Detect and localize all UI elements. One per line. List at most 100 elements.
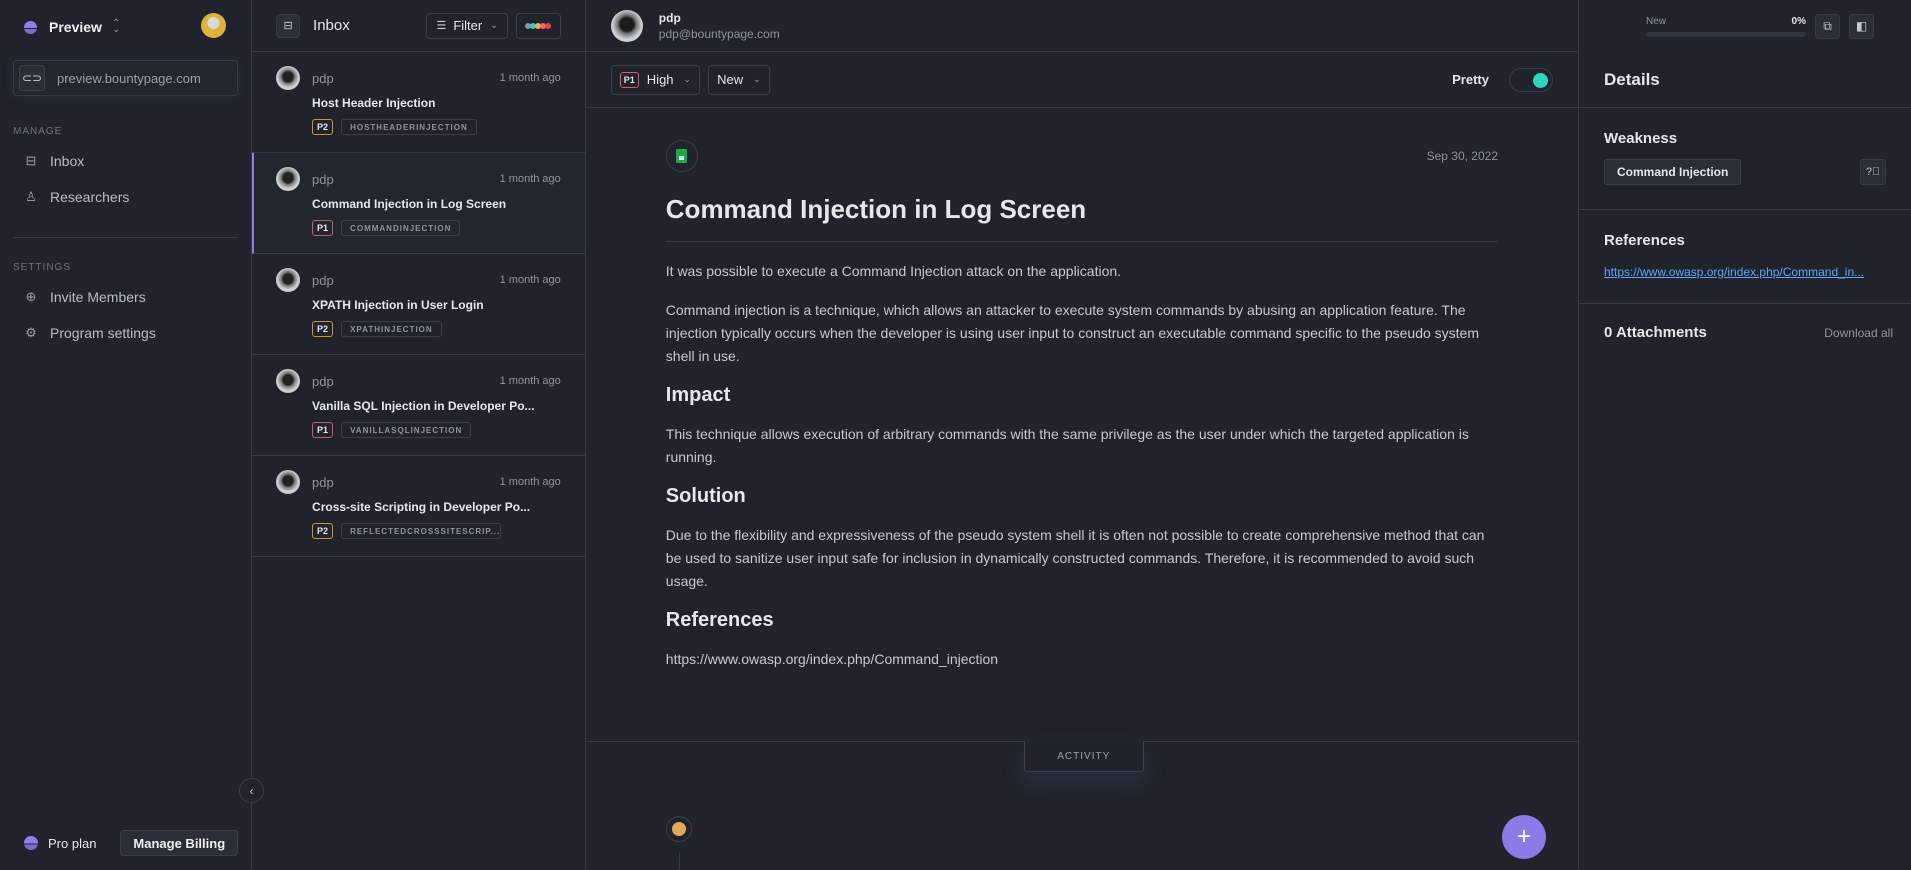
sidebar-item-inbox[interactable]: ⊟ Inbox xyxy=(0,143,251,179)
report-date: Sep 30, 2022 xyxy=(1426,149,1498,163)
plan-logo-icon xyxy=(24,836,38,850)
inbox-header: ⊟ Inbox ☰ Filter ⌄ xyxy=(252,0,585,52)
filter-button[interactable]: ☰ Filter ⌄ xyxy=(426,12,508,39)
workspace-name: Preview xyxy=(49,19,102,35)
priority-badge: P2 xyxy=(312,321,334,337)
researcher-avatar xyxy=(276,470,301,494)
report-time: 1 month ago xyxy=(499,173,561,185)
report-list-item[interactable]: pdp 1 month ago Host Header Injection P2 HOS… xyxy=(252,52,585,153)
sidebar-item-researchers[interactable]: ♙ Researchers xyxy=(0,179,251,215)
sidebar-item-invite-members[interactable]: ⊕ Invite Members xyxy=(0,279,251,315)
references-section: References https://www.owasp.org/index.p… xyxy=(1579,210,1911,304)
sidebar-item-program-settings[interactable]: ⚙ Program settings xyxy=(0,315,251,351)
collapse-sidebar-button[interactable]: ‹ xyxy=(239,778,265,803)
toggle-knob xyxy=(1533,72,1548,88)
researcher-name: pdp xyxy=(312,272,334,288)
plus-icon: + xyxy=(1516,823,1531,850)
sidebar-panel-icon: ◧ xyxy=(1855,19,1868,33)
report-list-item[interactable]: pdp 1 month ago Cross-site Scripting in De… xyxy=(252,456,585,557)
chevron-down-icon: ⌄ xyxy=(753,74,761,84)
severity-dropdown[interactable]: P1 High ⌄ xyxy=(610,64,701,95)
report-time: 1 month ago xyxy=(499,476,561,488)
chevron-updown-icon: ⌃ ⌄ xyxy=(111,18,121,35)
impact-heading: Impact xyxy=(665,384,731,406)
report-list-item[interactable]: pdp 1 month ago XPATH Injection in User Lo… xyxy=(252,254,585,355)
user-avatar[interactable] xyxy=(201,13,227,38)
weakness-tag: COMMANDINJECTION xyxy=(341,220,461,236)
report-panel: pdp pdp@bountypage.com P1 High ⌄ New ⌄ P… xyxy=(585,0,1579,870)
user-icon: ♙ xyxy=(25,189,37,204)
report-list-item[interactable]: pdp 1 month ago Command Injection in Log S… xyxy=(252,153,585,254)
add-activity-button[interactable]: + xyxy=(1502,815,1546,859)
inbox-title: Inbox xyxy=(313,17,350,34)
researcher-name: pdp xyxy=(312,70,334,86)
question-circle-icon: ?⃝ xyxy=(1865,166,1881,178)
status-label: New xyxy=(717,72,744,87)
references-heading: References xyxy=(665,609,774,631)
settings-section-label: SETTINGS xyxy=(13,262,72,273)
spreadsheet-icon xyxy=(665,140,698,172)
priority-badge: P1 xyxy=(619,71,639,88)
weakness-value-button[interactable]: Command Injection xyxy=(1604,159,1742,185)
impact-text: This technique allows execution of arbit… xyxy=(665,426,1469,465)
report-title: Command Injection in Log Screen xyxy=(312,197,507,211)
link-icon[interactable]: ⊂⊃ xyxy=(19,65,45,91)
activity-tab[interactable]: ACTIVITY xyxy=(1023,741,1144,772)
progress-label: New xyxy=(1646,15,1667,27)
inbox-icon: ⊟ xyxy=(276,13,301,38)
reference-url[interactable]: https://www.owasp.org/index.php/Command_… xyxy=(666,648,1498,671)
progress-value: 0% xyxy=(1791,15,1806,27)
report-title: Command Injection in Log Screen xyxy=(665,194,1498,242)
sidebar: Preview ⌃ ⌄ ⊂⊃ preview.bountypage.com MAN… xyxy=(0,0,265,870)
status-dropdown[interactable]: New ⌄ xyxy=(708,64,770,95)
inbox-icon: ⊟ xyxy=(25,153,37,168)
solution-text: Due to the flexibility and expressivenes… xyxy=(665,527,1485,589)
report-list: pdp 1 month ago Host Header Injection P2 HOS… xyxy=(252,52,585,557)
status-progress: New 0% xyxy=(1646,16,1806,37)
help-button[interactable]: ?⃝ xyxy=(1860,159,1886,185)
sidebar-item-label: Inbox xyxy=(50,153,85,169)
attachments-label: 0 Attachments xyxy=(1604,324,1707,341)
weakness-tag: HOSTHEADERINJECTION xyxy=(341,119,477,135)
sidebar-item-label: Researchers xyxy=(50,189,130,205)
status-filter-button[interactable] xyxy=(515,12,561,39)
report-title: XPATH Injection in User Login xyxy=(312,298,484,312)
reporter-avatar xyxy=(610,9,643,42)
chevron-left-icon: ‹ xyxy=(249,783,254,798)
plan-footer: Pro plan Manage Billing xyxy=(24,830,239,856)
sidebar-item-label: Invite Members xyxy=(50,289,146,305)
priority-badge: P2 xyxy=(312,119,334,135)
reporter-name: pdp xyxy=(658,10,681,25)
pretty-toggle[interactable] xyxy=(1509,67,1553,92)
timeline-line xyxy=(678,852,680,870)
copy-button[interactable]: ⧉ xyxy=(1815,13,1840,39)
report-intro: It was possible to execute a Command Inj… xyxy=(665,263,1122,279)
priority-badge: P1 xyxy=(312,422,334,438)
toggle-panel-button[interactable]: ◧ xyxy=(1849,13,1874,39)
plus-circle-icon: ⊕ xyxy=(25,289,37,304)
researcher-avatar xyxy=(276,167,301,191)
report-list-item[interactable]: pdp 1 month ago Vanilla SQL Injection in D… xyxy=(252,355,585,456)
researcher-name: pdp xyxy=(312,373,334,389)
sidebar-divider xyxy=(13,237,239,238)
manage-section-label: MANAGE xyxy=(13,126,63,137)
report-title: Host Header Injection xyxy=(312,96,436,110)
references-label: References xyxy=(1604,232,1685,249)
researcher-name: pdp xyxy=(312,474,334,490)
header-controls: New 0% ⧉ ◧ xyxy=(1646,0,1911,52)
program-url: preview.bountypage.com xyxy=(57,70,201,86)
gear-icon: ⚙ xyxy=(25,325,37,340)
plan-label: Pro plan xyxy=(48,835,97,851)
download-all-link[interactable]: Download all xyxy=(1824,326,1893,340)
workspace-logo-icon xyxy=(24,20,37,34)
weakness-tag: XPATHINJECTION xyxy=(341,321,442,337)
priority-badge: P2 xyxy=(312,523,334,539)
researcher-avatar xyxy=(276,369,301,393)
weakness-section: Weakness Command Injection ?⃝ xyxy=(1579,108,1911,210)
report-time: 1 month ago xyxy=(499,274,561,286)
filter-icon: ☰ xyxy=(436,20,447,32)
reporter-header: pdp pdp@bountypage.com xyxy=(585,0,1578,52)
reference-link[interactable]: https://www.owasp.org/index.php/Command_… xyxy=(1604,265,1886,279)
program-url-field[interactable]: ⊂⊃ preview.bountypage.com xyxy=(13,60,239,96)
manage-billing-button[interactable]: Manage Billing xyxy=(120,830,239,856)
